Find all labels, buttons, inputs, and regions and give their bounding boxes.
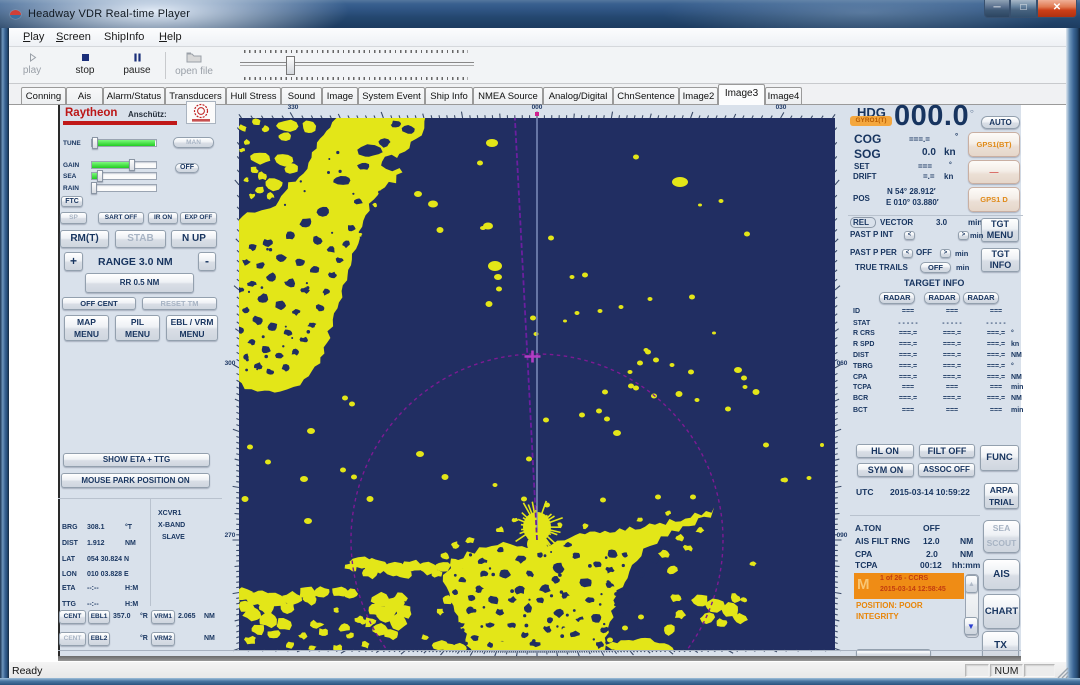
svg-text:270: 270: [225, 532, 236, 539]
svg-text:030: 030: [776, 104, 787, 111]
svg-text:060: 060: [837, 360, 848, 367]
svg-text:300: 300: [225, 360, 236, 367]
svg-text:000: 000: [532, 104, 543, 111]
svg-text:330: 330: [288, 104, 299, 111]
svg-text:090: 090: [837, 532, 848, 539]
